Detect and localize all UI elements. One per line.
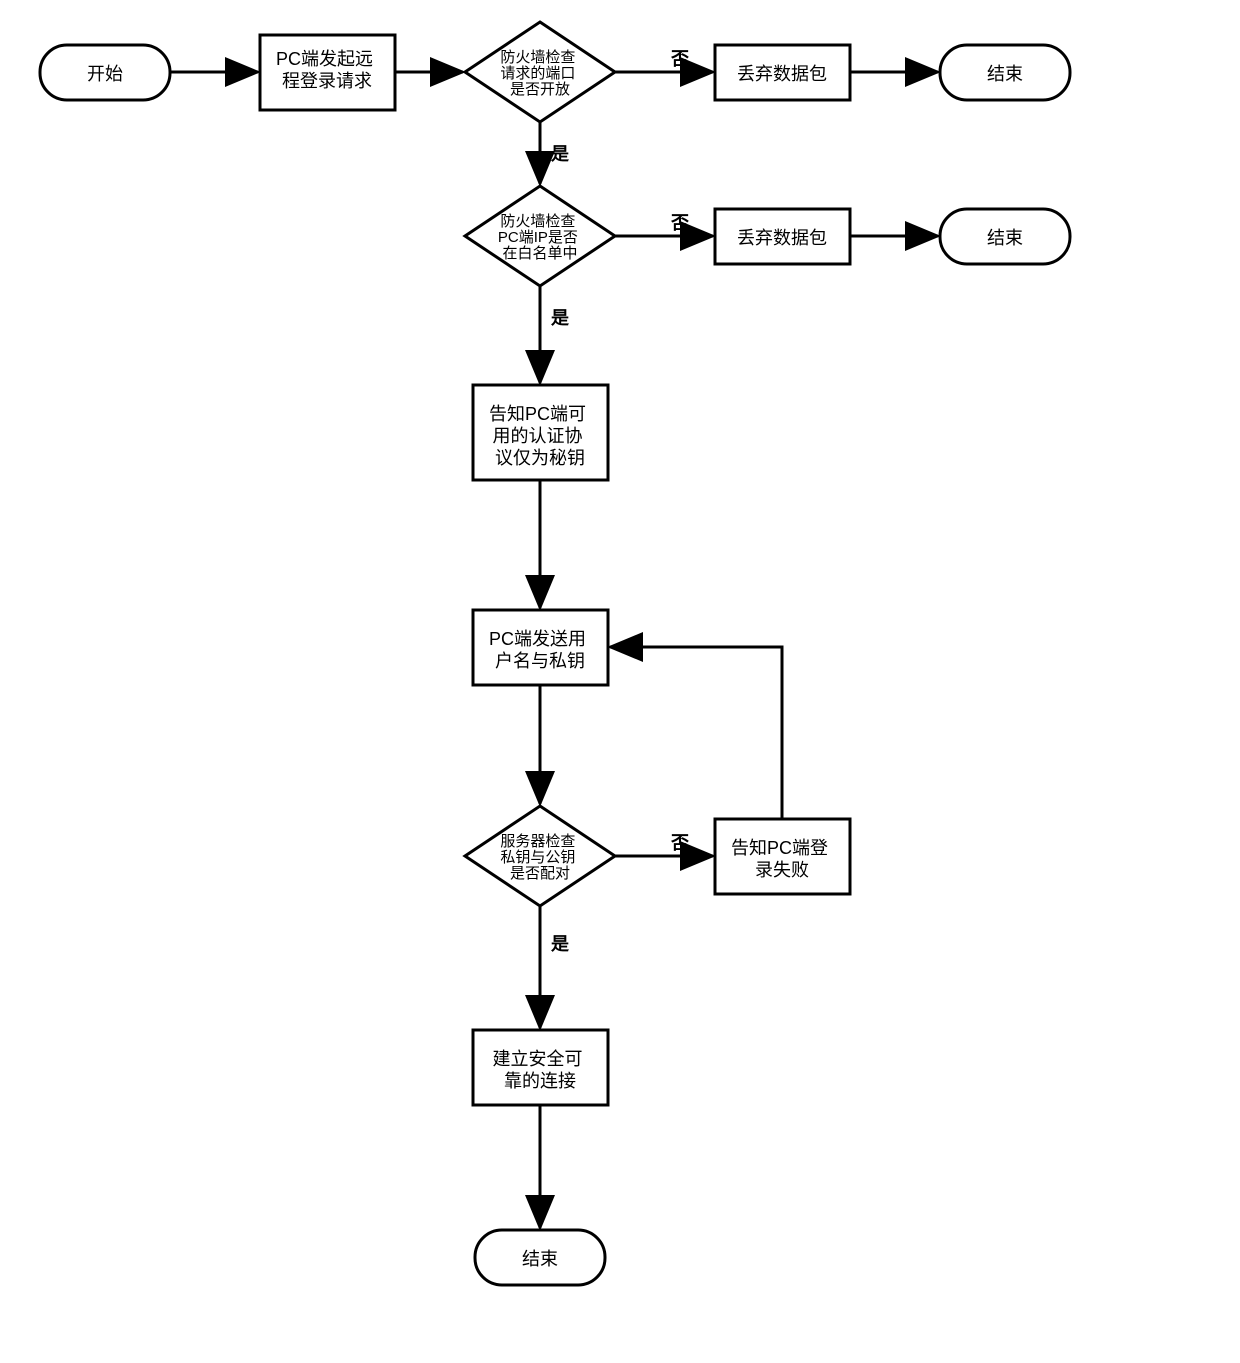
decision3-label: 服务器检查 私钥与公钥 是否配对 <box>500 833 579 882</box>
start-label: 开始 <box>87 64 123 84</box>
decision1-yes-label: 是 <box>550 144 569 164</box>
decision2-yes-label: 是 <box>550 308 569 328</box>
decision2-label: 防火墙检查 PC端IP是否 在白名单中 <box>498 213 582 262</box>
discard2-label: 丢弃数据包 <box>737 228 827 248</box>
flowchart-svg: 开始 PC端发起远 程登录请求 防火墙检查 请求的端口 是否开放 否 丢弃数据包… <box>20 20 1220 1343</box>
end1-label: 结束 <box>987 64 1023 84</box>
end2-label: 结束 <box>987 228 1023 248</box>
end3-label: 结束 <box>522 1249 558 1269</box>
arrow-loop <box>610 647 782 819</box>
decision1-no-label: 否 <box>670 49 689 69</box>
decision3-yes-label: 是 <box>550 934 569 954</box>
decision1-label: 防火墙检查 请求的端口 是否开放 <box>500 49 579 98</box>
discard1-label: 丢弃数据包 <box>737 64 827 84</box>
decision3-no-label: 否 <box>670 833 689 853</box>
step2-label: 告知PC端可 用的认证协 议仅为秘钥 <box>489 404 591 468</box>
decision2-no-label: 否 <box>670 213 689 233</box>
